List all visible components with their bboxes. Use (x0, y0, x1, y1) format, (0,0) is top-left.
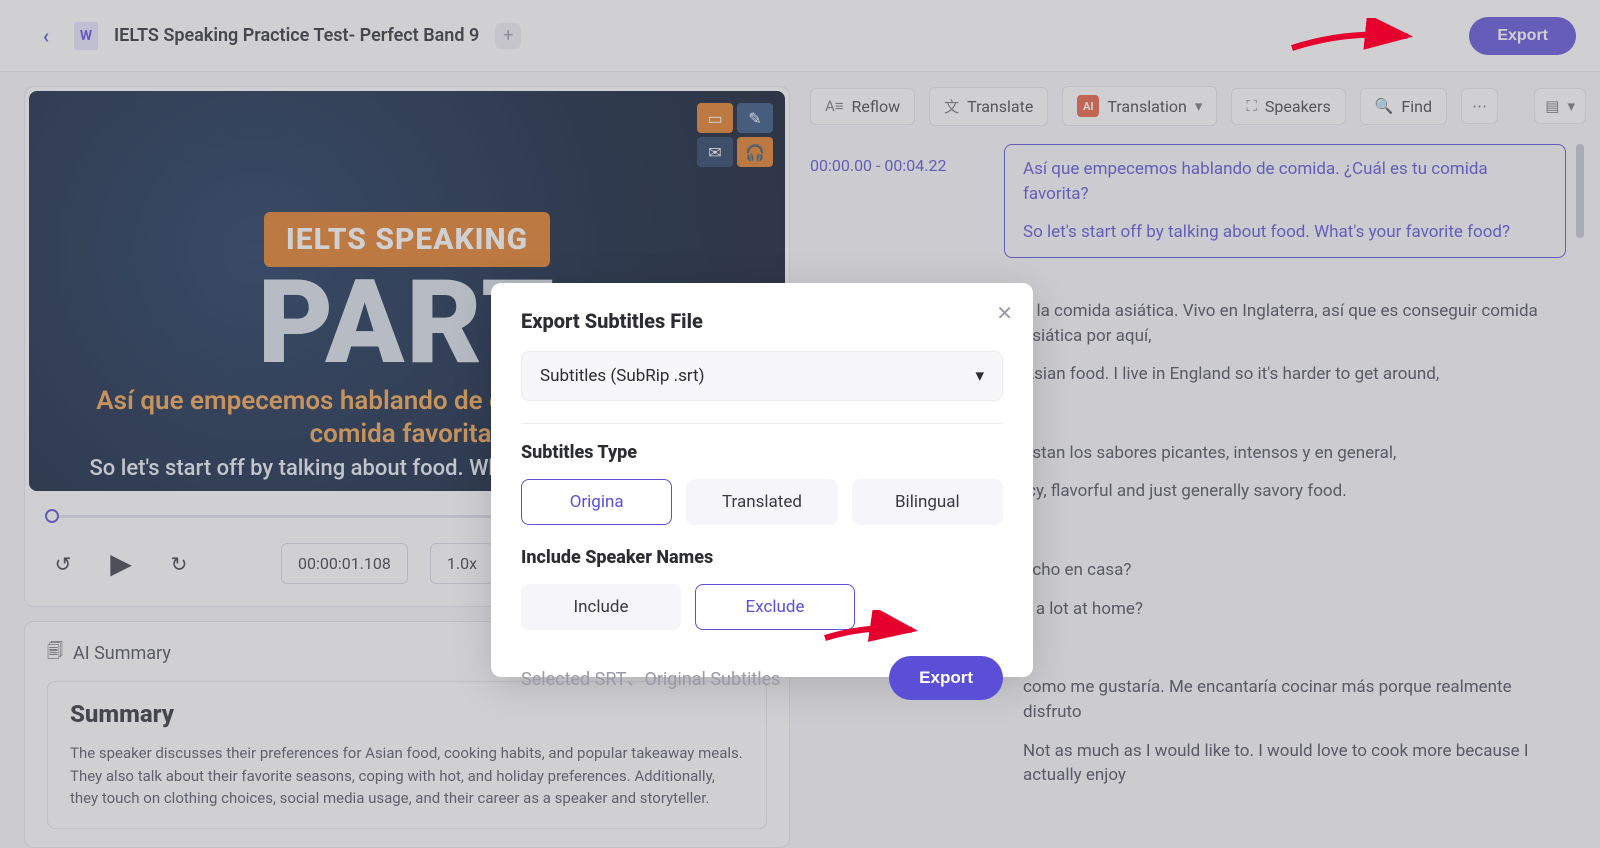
include-speakers-label: Include Speaker Names (521, 547, 1003, 568)
modal-footer: Selected SRT、Original Subtitles Export (521, 656, 1003, 700)
subtitles-type-label: Subtitles Type (521, 442, 1003, 463)
option-translated[interactable]: Translated (686, 479, 837, 525)
include-speakers-options: Include Exclude (521, 584, 1003, 630)
close-icon[interactable]: ✕ (996, 301, 1013, 325)
modal-export-button[interactable]: Export (889, 656, 1003, 700)
option-include[interactable]: Include (521, 584, 681, 630)
format-value: Subtitles (SubRip .srt) (540, 366, 705, 386)
option-exclude[interactable]: Exclude (695, 584, 855, 630)
option-bilingual[interactable]: Bilingual (852, 479, 1003, 525)
subtitles-type-options: Origina Translated Bilingual (521, 479, 1003, 525)
format-select[interactable]: Subtitles (SubRip .srt) ▾ (521, 351, 1003, 401)
option-origina[interactable]: Origina (521, 479, 672, 525)
export-subtitles-modal: ✕ Export Subtitles File Subtitles (SubRi… (491, 283, 1033, 677)
chevron-down-icon: ▾ (975, 366, 984, 386)
selected-summary: Selected SRT、Original Subtitles (521, 665, 780, 691)
divider (521, 423, 1003, 424)
modal-title: Export Subtitles File (521, 309, 1003, 333)
